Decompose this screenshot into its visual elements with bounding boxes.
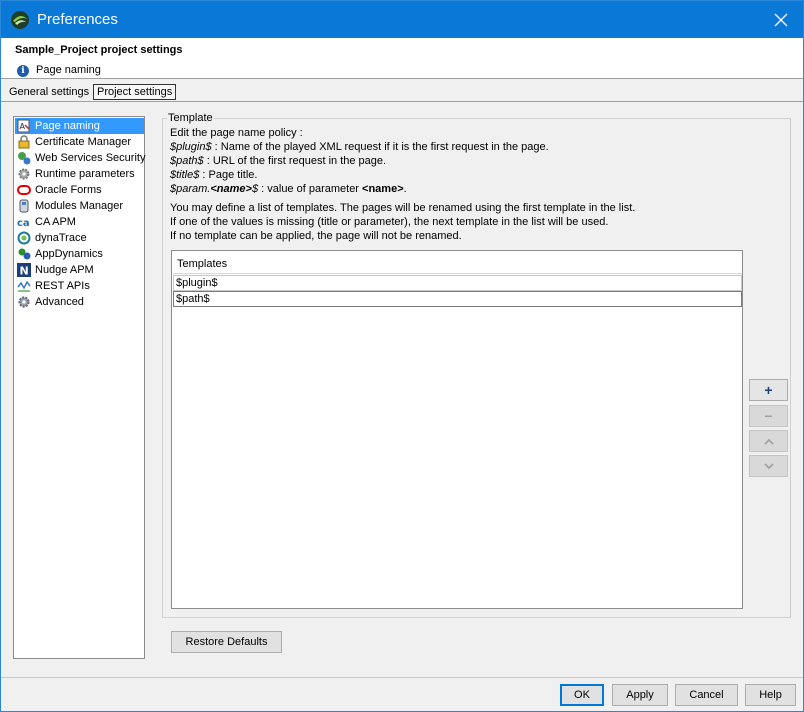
sidebar-item-label: Nudge APM [35,264,94,276]
param-desc-name: <name> [362,183,404,195]
dynatrace-icon [17,231,31,245]
plugin-description: $plugin$ : Name of the played XML reques… [170,141,549,153]
svg-text:ca: ca [17,218,30,229]
sidebar-item-label: Certificate Manager [35,136,131,148]
plus-icon: + [764,382,773,398]
param-description: $param.<name>$ : value of parameter <nam… [170,183,407,195]
table-row[interactable]: $plugin$ [173,275,742,291]
sidebar-item-label: Runtime parameters [35,168,135,180]
web-services-icon [18,152,31,165]
info-line-3: If no template can be applied, the page … [170,230,462,242]
ok-button[interactable]: OK [560,684,604,706]
help-button[interactable]: Help [745,684,796,706]
sidebar-item-nudge-apm[interactable]: N Nudge APM [15,262,144,278]
sidebar-item-label: Advanced [35,296,84,308]
path-desc-text: : URL of the first request in the page. [206,155,387,167]
plugin-desc-text: : Name of the played XML request if it i… [214,141,549,153]
settings-header: Sample_Project project settings i Page n… [1,38,803,79]
title-desc-text: : Page title. [202,169,258,181]
sidebar-item-dynatrace[interactable]: dynaTrace [15,230,144,246]
apply-button[interactable]: Apply [612,684,668,706]
sidebar-item-certificate-manager[interactable]: Certificate Manager [15,134,144,150]
project-settings-title: Sample_Project project settings [15,44,183,56]
sidebar-item-runtime-parameters[interactable]: Runtime parameters [15,166,144,182]
param-token-suffix: $ [251,183,259,195]
info-line-2: If one of the values is missing (title o… [170,216,609,228]
param-token-prefix: $param. [170,183,211,195]
sidebar-item-label: dynaTrace [35,232,87,244]
sidebar-item-label: AppDynamics [35,248,103,260]
policy-intro: Edit the page name policy : [170,127,303,139]
title-bar[interactable]: Preferences [1,1,803,38]
tab-general-settings[interactable]: General settings [5,83,93,101]
move-down-button[interactable] [749,455,788,477]
path-description: $path$ : URL of the first request in the… [170,155,386,167]
sidebar-item-label: Web Services Security [35,152,146,164]
tab-project-settings[interactable]: Project settings [93,84,177,100]
plugin-token: $plugin$ [170,141,212,153]
sidebar-item-label: CA APM [35,216,76,228]
restore-defaults-button[interactable]: Restore Defaults [171,631,282,653]
table-row[interactable]: $path$ [173,291,742,307]
path-token: $path$ [170,155,204,167]
chevron-down-icon [763,462,774,469]
modules-icon [19,199,29,213]
move-up-button[interactable] [749,430,788,452]
preferences-window: Preferences Sample_Project project setti… [0,0,804,712]
chevron-up-icon [763,438,774,445]
cancel-button[interactable]: Cancel [675,684,738,706]
param-token-name: <name> [210,183,252,195]
sidebar-item-label: Modules Manager [35,200,124,212]
sidebar-item-advanced[interactable]: Advanced [15,294,144,310]
window-title: Preferences [37,11,118,28]
footer-divider [1,677,803,678]
template-group-label: Template [167,112,214,124]
close-button[interactable] [759,1,803,38]
runtime-gear-icon [18,168,30,180]
oracle-icon [17,185,31,195]
settings-nav-list: A Page naming Certificate Manager Web Se… [13,116,145,659]
info-icon: i [17,65,29,77]
minus-icon: − [764,408,773,424]
certificate-icon [18,135,30,149]
current-page-label: Page naming [36,64,101,76]
sidebar-item-label: Oracle Forms [35,184,102,196]
advanced-gear-icon [18,296,30,308]
page-naming-icon: A [17,119,30,133]
sidebar-item-oracle-forms[interactable]: Oracle Forms [15,182,144,198]
close-icon [774,13,788,26]
title-token: $title$ [170,169,200,181]
nudge-icon: N [17,263,31,277]
app-logo-icon [11,11,29,29]
appdynamics-icon [18,248,31,260]
tab-divider [1,101,803,102]
templates-table[interactable]: Templates $plugin$ $path$ [171,250,743,609]
sidebar-item-label: Page naming [35,120,100,132]
sidebar-item-page-naming[interactable]: A Page naming [15,118,144,134]
param-desc-text: : value of parameter [261,183,363,195]
sidebar-item-modules-manager[interactable]: Modules Manager [15,198,144,214]
param-desc-end: . [403,183,407,195]
rest-icon [17,280,31,292]
svg-text:N: N [20,265,29,278]
sidebar-item-label: REST APIs [35,280,90,292]
remove-template-button[interactable]: − [749,405,788,427]
ca-icon: ca [17,218,30,229]
sidebar-item-appdynamics[interactable]: AppDynamics [15,246,144,262]
sidebar-item-web-services-security[interactable]: Web Services Security [15,150,146,166]
title-description: $title$ : Page title. [170,169,257,181]
sidebar-item-rest-apis[interactable]: REST APIs [15,278,144,294]
sidebar-item-ca-apm[interactable]: ca CA APM [15,214,144,230]
templates-column-header[interactable]: Templates [173,252,742,274]
add-template-button[interactable]: + [749,379,788,401]
svg-text:A: A [20,122,26,131]
info-line-1: You may define a list of templates. The … [170,202,636,214]
